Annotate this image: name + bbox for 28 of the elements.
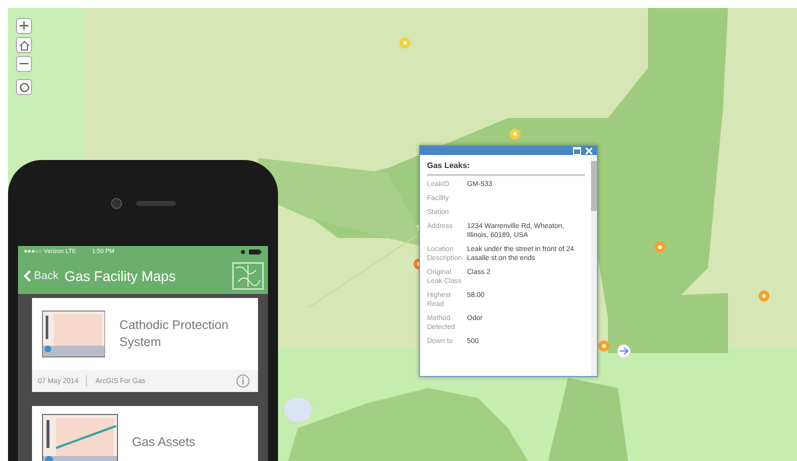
map-marker-icon[interactable] — [598, 340, 610, 352]
zoom-in-button[interactable]: + — [16, 18, 32, 34]
home-icon — [18, 40, 30, 50]
map-marker-icon[interactable] — [399, 37, 411, 49]
locate-button[interactable] — [16, 79, 32, 95]
card-title: Gas Assets — [132, 434, 196, 450]
scrollbar[interactable] — [591, 155, 597, 376]
map-logo-icon[interactable] — [232, 262, 264, 290]
home-button[interactable] — [16, 37, 32, 53]
maximize-icon[interactable] — [573, 146, 581, 154]
map-marker-icon[interactable] — [758, 290, 770, 302]
speaker-icon — [136, 200, 176, 206]
back-button[interactable]: Back — [24, 270, 58, 282]
chevron-left-icon — [24, 270, 31, 282]
location-pin-icon[interactable] — [617, 344, 631, 358]
locate-icon — [18, 82, 30, 92]
card-title: Cathodic Protection System — [119, 317, 230, 351]
battery-icon — [240, 249, 262, 255]
close-icon[interactable] — [585, 146, 593, 154]
info-icon[interactable] — [236, 374, 250, 388]
camera-icon — [110, 198, 122, 208]
map-card[interactable]: Gas Assets — [32, 406, 258, 461]
nav-title: Gas Facility Maps — [64, 268, 177, 284]
scrollbar-thumb[interactable] — [591, 161, 597, 211]
zoom-out-button[interactable]: − — [16, 56, 32, 72]
popup-title: Gas Leaks: — [427, 161, 585, 176]
map-marker-icon[interactable] — [509, 128, 521, 140]
map-marker-icon[interactable] — [654, 241, 666, 253]
